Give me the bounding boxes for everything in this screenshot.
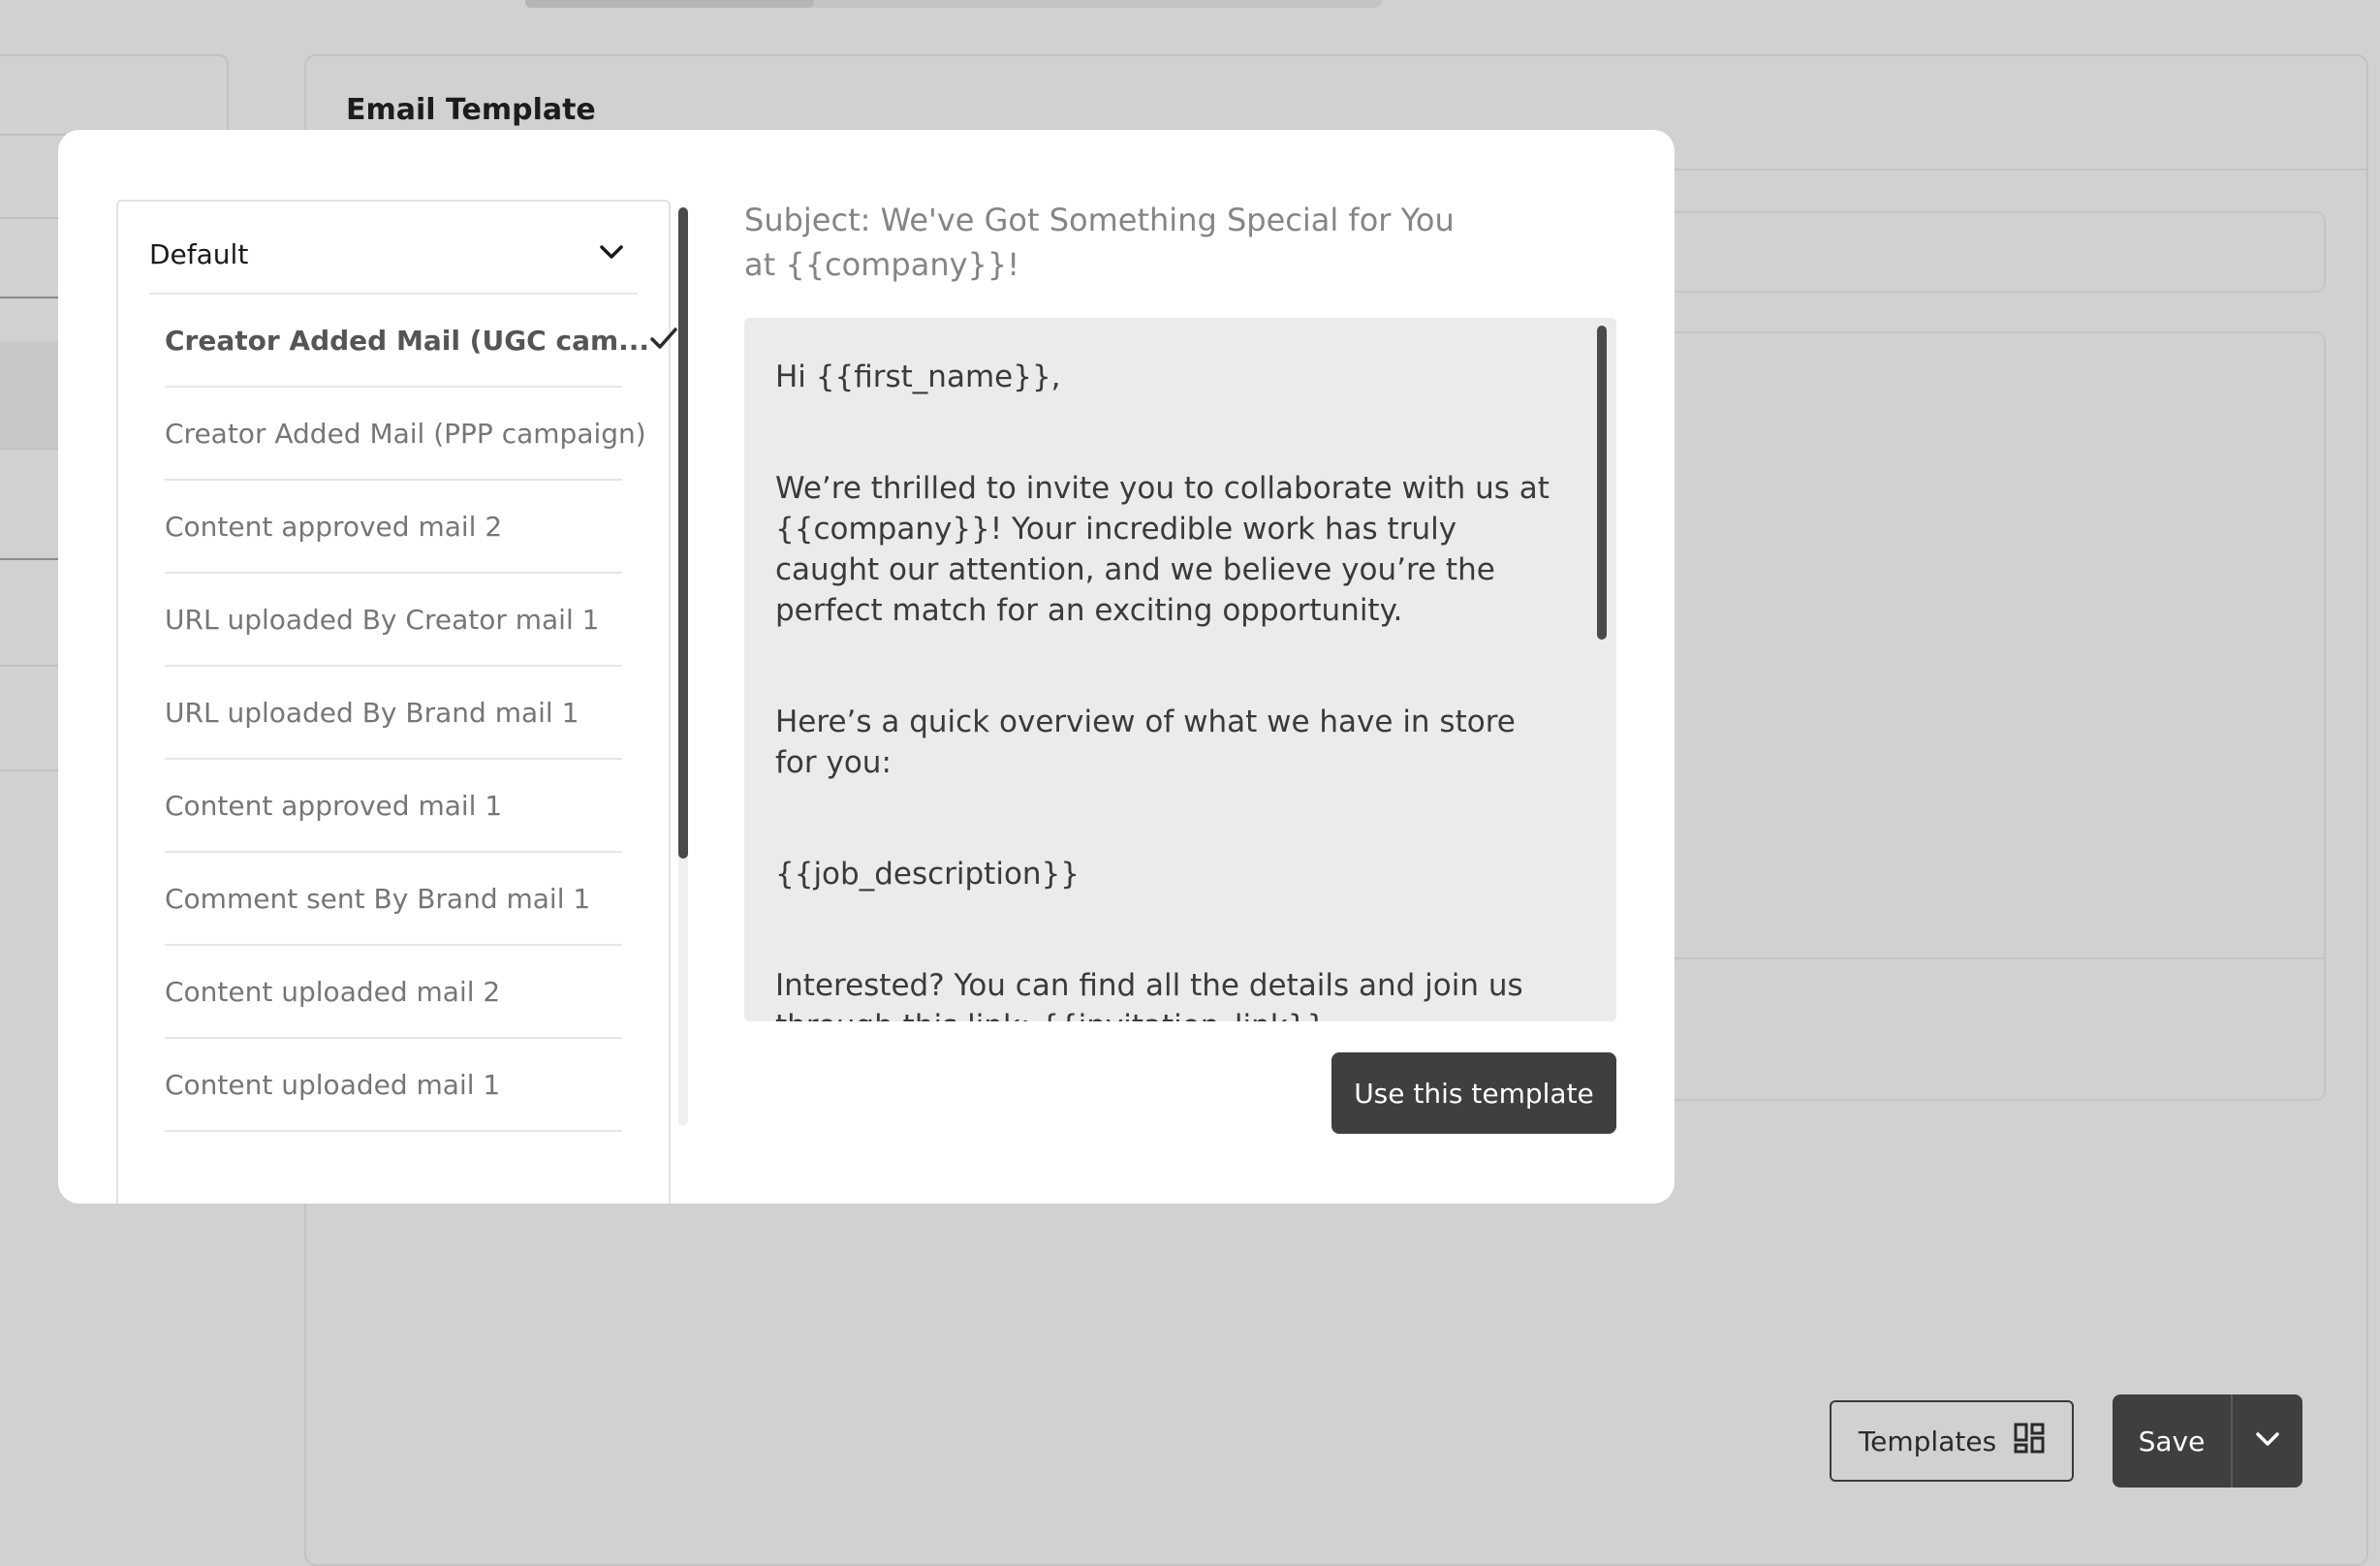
- preview-paragraph: Here’s a quick overview of what we have …: [775, 705, 1516, 780]
- checkmark-icon: [649, 327, 678, 354]
- chevron-down-icon: [599, 244, 624, 264]
- template-item[interactable]: URL uploaded By Creator mail 1: [165, 574, 622, 667]
- save-split-button: Save: [2113, 1394, 2302, 1488]
- template-item-label: Content approved mail 2: [165, 510, 503, 543]
- preview-paragraph: {{job_description}}: [775, 857, 1080, 892]
- template-item[interactable]: Content uploaded mail 1: [165, 1039, 622, 1132]
- preview-scrollbar-thumb[interactable]: [1597, 326, 1607, 640]
- email-template-title: Email Template: [346, 93, 596, 127]
- template-item-label: Content uploaded mail 2: [165, 975, 501, 1008]
- template-preview: Hi {{first_name}}, We’re thrilled to inv…: [744, 318, 1616, 1021]
- template-item[interactable]: URL uploaded By Brand mail 1: [165, 667, 622, 760]
- template-item[interactable]: Creator Added Mail (PPP campaign): [165, 388, 646, 481]
- template-item[interactable]: Content approved mail 2: [165, 481, 622, 574]
- preview-paragraph: Hi {{first_name}},: [775, 360, 1061, 394]
- template-item-label: Creator Added Mail (PPP campaign): [165, 417, 646, 450]
- category-dropdown-value: Default: [149, 237, 249, 270]
- template-item[interactable]: Content uploaded mail 2: [165, 946, 622, 1039]
- chevron-down-icon: [2255, 1431, 2280, 1451]
- template-item[interactable]: Content approved mail 1: [165, 760, 622, 853]
- template-item-label: Content approved mail 1: [165, 789, 503, 822]
- grid-layout-icon: [2014, 1423, 2045, 1460]
- template-item[interactable]: Creator Added Mail (UGC cam...: [165, 295, 677, 388]
- preview-paragraph: Interested? You can find all the details…: [775, 968, 1523, 1021]
- template-item-label: URL uploaded By Creator mail 1: [165, 603, 600, 636]
- preview-paragraph: We’re thrilled to invite you to collabor…: [775, 471, 1550, 628]
- use-template-button[interactable]: Use this template: [1331, 1052, 1616, 1134]
- category-dropdown[interactable]: Default: [149, 215, 638, 295]
- template-item[interactable]: Comment sent By Brand mail 1: [165, 853, 622, 946]
- preview-subject: Subject: We've Got Something Special for…: [744, 202, 1455, 283]
- top-tab-active-indicator: [525, 0, 814, 8]
- subject-field[interactable]: [1647, 211, 2326, 293]
- save-options-button[interactable]: [2233, 1394, 2302, 1488]
- templates-button[interactable]: Templates: [1830, 1400, 2074, 1482]
- template-item-label: URL uploaded By Brand mail 1: [165, 696, 579, 729]
- template-item-label: Content uploaded mail 1: [165, 1068, 501, 1101]
- save-button[interactable]: Save: [2113, 1394, 2233, 1488]
- preview-body: Hi {{first_name}}, We’re thrilled to inv…: [775, 357, 1550, 1021]
- template-item-label: Creator Added Mail (UGC cam...: [165, 324, 650, 357]
- templates-button-label: Templates: [1858, 1425, 1997, 1457]
- template-item-label: Comment sent By Brand mail 1: [165, 882, 591, 915]
- editor-divider: [1649, 957, 2324, 959]
- email-body-editor[interactable]: [1647, 331, 2326, 1101]
- template-list-scrollbar-thumb[interactable]: [678, 207, 688, 859]
